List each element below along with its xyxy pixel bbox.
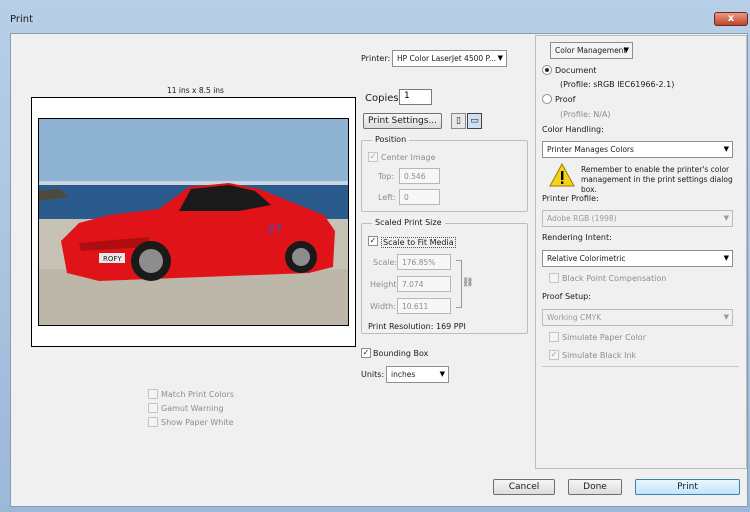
printer-profile-select[interactable]: Adobe RGB (1998) ▼ <box>542 210 733 227</box>
printer-value: HP Color LaserJet 4500 P... <box>397 54 497 63</box>
proof-setup-label: Proof Setup: <box>542 292 591 301</box>
color-handling-value: Printer Manages Colors <box>547 145 634 154</box>
proof-profile: (Profile: N/A) <box>560 110 611 119</box>
bounding-box-label: Bounding Box <box>373 349 429 358</box>
top-input[interactable]: 0.546 <box>399 168 440 184</box>
warning-icon <box>549 163 575 187</box>
chevron-down-icon: ▼ <box>497 54 503 62</box>
black-point-label: Black Point Compensation <box>562 274 667 283</box>
warning-text: Remember to enable the printer's color m… <box>581 165 733 194</box>
print-resolution: Print Resolution: 169 PPI <box>368 322 466 331</box>
center-image-checkbox[interactable]: ✓ <box>368 152 378 162</box>
scaled-print-size-group: Scaled Print Size ✓ Scale to Fit Media S… <box>361 218 528 334</box>
show-paper-white-label: Show Paper White <box>161 418 234 427</box>
chevron-down-icon: ▼ <box>723 214 729 222</box>
chevron-down-icon: ▼ <box>623 46 629 54</box>
print-preview: ROFY 27 <box>31 97 356 347</box>
copies-label: Copies: <box>365 93 402 104</box>
rendering-intent-value: Relative Colorimetric <box>547 254 626 263</box>
close-button[interactable]: x <box>714 12 748 26</box>
proof-radio[interactable] <box>542 94 552 104</box>
simulate-paper-label: Simulate Paper Color <box>562 333 646 342</box>
preview-image: ROFY 27 <box>38 118 349 326</box>
landscape-orientation-icon[interactable]: ▭ <box>467 113 482 129</box>
scale-to-fit-label: Scale to Fit Media <box>381 237 456 248</box>
chevron-down-icon: ▼ <box>439 370 445 378</box>
position-title: Position <box>372 135 410 144</box>
scale-input[interactable]: 176.85% <box>397 254 451 270</box>
scaled-print-size-title: Scaled Print Size <box>372 218 445 227</box>
center-image-label: Center Image <box>381 153 436 162</box>
proof-setup-select[interactable]: Working CMYK ▼ <box>542 309 733 326</box>
proof-label: Proof <box>555 95 576 104</box>
chevron-down-icon: ▼ <box>723 254 729 262</box>
print-button[interactable]: Print <box>635 479 740 495</box>
paper-size-label: 11 ins x 8.5 ins <box>167 86 224 95</box>
left-label: Left: <box>378 193 396 202</box>
print-settings-button[interactable]: Print Settings... <box>363 113 442 129</box>
height-input[interactable]: 7.074 <box>397 276 451 292</box>
chevron-down-icon: ▼ <box>723 145 729 153</box>
units-label: Units: <box>361 370 385 379</box>
cancel-button[interactable]: Cancel <box>493 479 555 495</box>
width-input[interactable]: 10.611 <box>397 298 451 314</box>
match-print-colors-checkbox[interactable] <box>148 389 158 399</box>
height-label: Height: <box>370 280 400 289</box>
units-select[interactable]: inches ▼ <box>386 366 449 383</box>
rendering-intent-select[interactable]: Relative Colorimetric ▼ <box>542 250 733 267</box>
scale-to-fit-checkbox[interactable]: ✓ <box>368 236 378 246</box>
black-point-checkbox[interactable] <box>549 273 559 283</box>
color-handling-label: Color Handling: <box>542 125 604 134</box>
car-plate-text: ROFY <box>103 255 122 263</box>
units-value: inches <box>391 370 416 379</box>
left-input[interactable]: 0 <box>399 189 440 205</box>
print-dialog-window: Print x 11 ins x 8.5 ins ROFY 27 Match P… <box>0 0 750 512</box>
show-paper-white-checkbox[interactable] <box>148 417 158 427</box>
copies-input[interactable]: 1 <box>399 89 432 105</box>
svg-text:27: 27 <box>267 222 282 236</box>
done-button[interactable]: Done <box>568 479 622 495</box>
color-management-value: Color Management <box>555 46 627 55</box>
scale-label: Scale: <box>373 258 398 267</box>
document-profile: (Profile: sRGB IEC61966-2.1) <box>560 80 675 89</box>
portrait-orientation-icon[interactable]: ▯ <box>451 113 466 129</box>
printer-label: Printer: <box>361 54 391 63</box>
simulate-paper-checkbox[interactable] <box>549 332 559 342</box>
match-print-colors-label: Match Print Colors <box>161 390 234 399</box>
link-icon[interactable]: ⛓ <box>462 278 473 288</box>
color-management-select[interactable]: Color Management ▼ <box>550 42 633 59</box>
printer-select[interactable]: HP Color LaserJet 4500 P... ▼ <box>392 50 507 67</box>
chevron-down-icon: ▼ <box>723 313 729 321</box>
bounding-box-checkbox[interactable]: ✓ <box>361 348 371 358</box>
width-label: Width: <box>370 302 396 311</box>
title-bar[interactable]: Print x <box>0 0 750 30</box>
color-handling-select[interactable]: Printer Manages Colors ▼ <box>542 141 733 158</box>
gamut-warning-label: Gamut Warning <box>161 404 224 413</box>
simulate-black-checkbox[interactable]: ✓ <box>549 350 559 360</box>
gamut-warning-checkbox[interactable] <box>148 403 158 413</box>
position-group: Position ✓ Center Image Top: 0.546 Left:… <box>361 135 528 212</box>
dialog-body: 11 ins x 8.5 ins ROFY 27 Match Print Col… <box>10 33 748 507</box>
printer-profile-value: Adobe RGB (1998) <box>547 214 617 223</box>
top-label: Top: <box>378 172 395 181</box>
rendering-intent-label: Rendering Intent: <box>542 233 612 242</box>
window-title: Print <box>10 14 34 25</box>
proof-setup-value: Working CMYK <box>547 313 602 322</box>
divider <box>542 366 739 367</box>
color-management-panel: Color Management ▼ Document (Profile: sR… <box>535 35 747 469</box>
document-radio[interactable] <box>542 65 552 75</box>
simulate-black-label: Simulate Black Ink <box>562 351 637 360</box>
printer-profile-label: Printer Profile: <box>542 194 599 203</box>
document-label: Document <box>555 66 597 75</box>
